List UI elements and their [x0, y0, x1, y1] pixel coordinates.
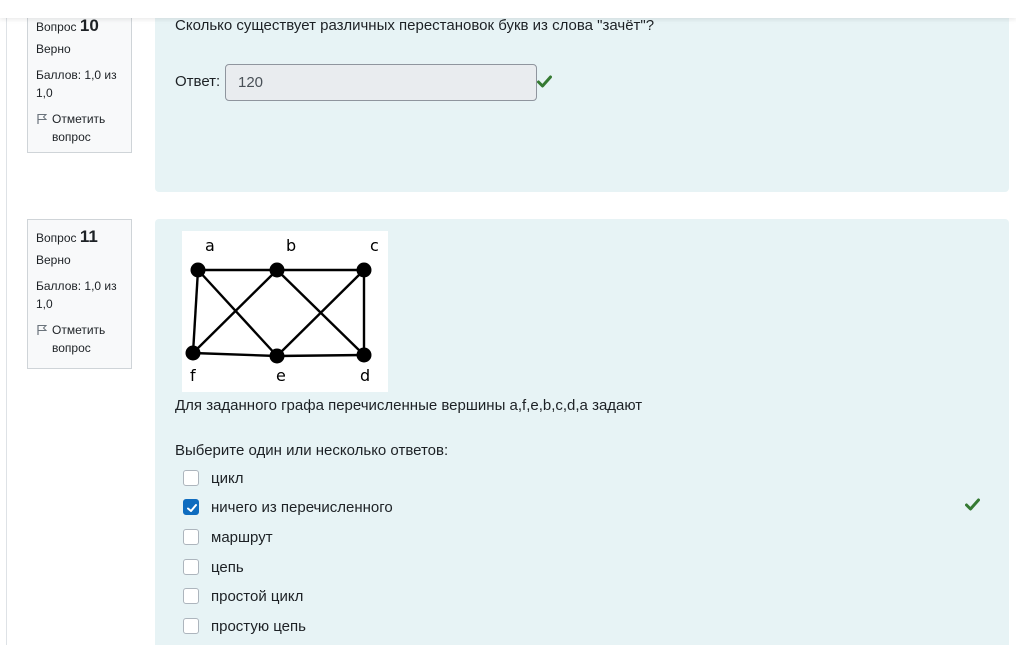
question-state: Верно — [36, 42, 71, 56]
flag-question-link[interactable]: Отметить вопрос — [36, 110, 123, 146]
page-header-edge — [0, 0, 1016, 18]
drawer-divider — [6, 0, 7, 645]
flag-icon — [37, 114, 48, 124]
option-label: цикл — [211, 469, 244, 487]
option-checkbox[interactable] — [183, 470, 199, 486]
vertex-a — [190, 262, 206, 278]
option-checkbox[interactable] — [183, 529, 199, 545]
vertex-label-c: c — [370, 236, 379, 255]
check-icon — [537, 75, 552, 88]
option-row[interactable]: цикл — [183, 468, 243, 488]
graph-image: a b c d e f — [182, 231, 388, 392]
flag-question-label: Отметить вопрос — [52, 323, 106, 355]
vertex-label-a: a — [205, 236, 215, 255]
vertex-c — [356, 262, 372, 278]
question-10-text: Сколько существует различных перестаново… — [175, 17, 655, 34]
question-grade: Баллов: 1,0 из 1,0 — [36, 68, 117, 100]
flag-question-link[interactable]: Отметить вопрос — [36, 321, 123, 357]
vertex-label-f: f — [190, 366, 196, 385]
flag-icon — [37, 325, 48, 335]
vertex-d — [356, 347, 372, 363]
option-row[interactable]: цепь — [183, 557, 244, 577]
option-checkbox[interactable] — [183, 559, 199, 575]
question-number-prefix: Вопрос — [36, 20, 77, 34]
option-row[interactable]: маршрут — [183, 527, 273, 547]
question-number: Вопрос 10 — [36, 17, 123, 36]
flag-question-label: Отметить вопрос — [52, 112, 106, 144]
question-number-prefix: Вопрос — [36, 231, 77, 245]
vertex-b — [269, 262, 285, 278]
graph-vertices — [185, 262, 372, 364]
option-checkbox-checked[interactable] — [183, 499, 199, 515]
option-row[interactable]: простую цепь — [183, 616, 306, 636]
option-row[interactable]: ничего из перечисленного — [183, 497, 393, 517]
option-label: ничего из перечисленного — [211, 498, 393, 516]
option-label: простую цепь — [211, 617, 306, 635]
option-row[interactable]: простой цикл — [183, 586, 303, 606]
vertex-e — [269, 348, 285, 364]
check-icon — [965, 498, 980, 511]
vertex-f — [185, 345, 201, 361]
question-number: Вопрос 11 — [36, 228, 123, 247]
checkmark-icon — [187, 504, 197, 512]
option-label: простой цикл — [211, 587, 304, 605]
vertex-label-b: b — [286, 236, 296, 255]
question-number-value: 11 — [79, 227, 98, 246]
question-11-info: Вопрос 11 Верно Баллов: 1,0 из 1,0 Отмет… — [27, 219, 132, 369]
question-11-text: Для заданного графа перечисленные вершин… — [175, 397, 643, 414]
answer-prompt: Выберите один или несколько ответов: — [175, 442, 449, 459]
graph-edges — [191, 268, 366, 358]
option-checkbox[interactable] — [183, 588, 199, 604]
vertex-label-d: d — [360, 366, 370, 385]
vertex-label-e: e — [276, 366, 286, 385]
question-grade: Баллов: 1,0 из 1,0 — [36, 279, 117, 311]
question-state: Верно — [36, 253, 71, 267]
option-checkbox[interactable] — [183, 618, 199, 634]
option-label: маршрут — [211, 528, 273, 546]
question-10-info: Вопрос 10 Верно Баллов: 1,0 из 1,0 Отмет… — [27, 4, 132, 153]
option-label: цепь — [211, 558, 244, 576]
question-number-value: 10 — [79, 16, 99, 35]
answer-label: Ответ: — [175, 73, 221, 90]
answer-input[interactable]: 120 — [225, 64, 537, 101]
